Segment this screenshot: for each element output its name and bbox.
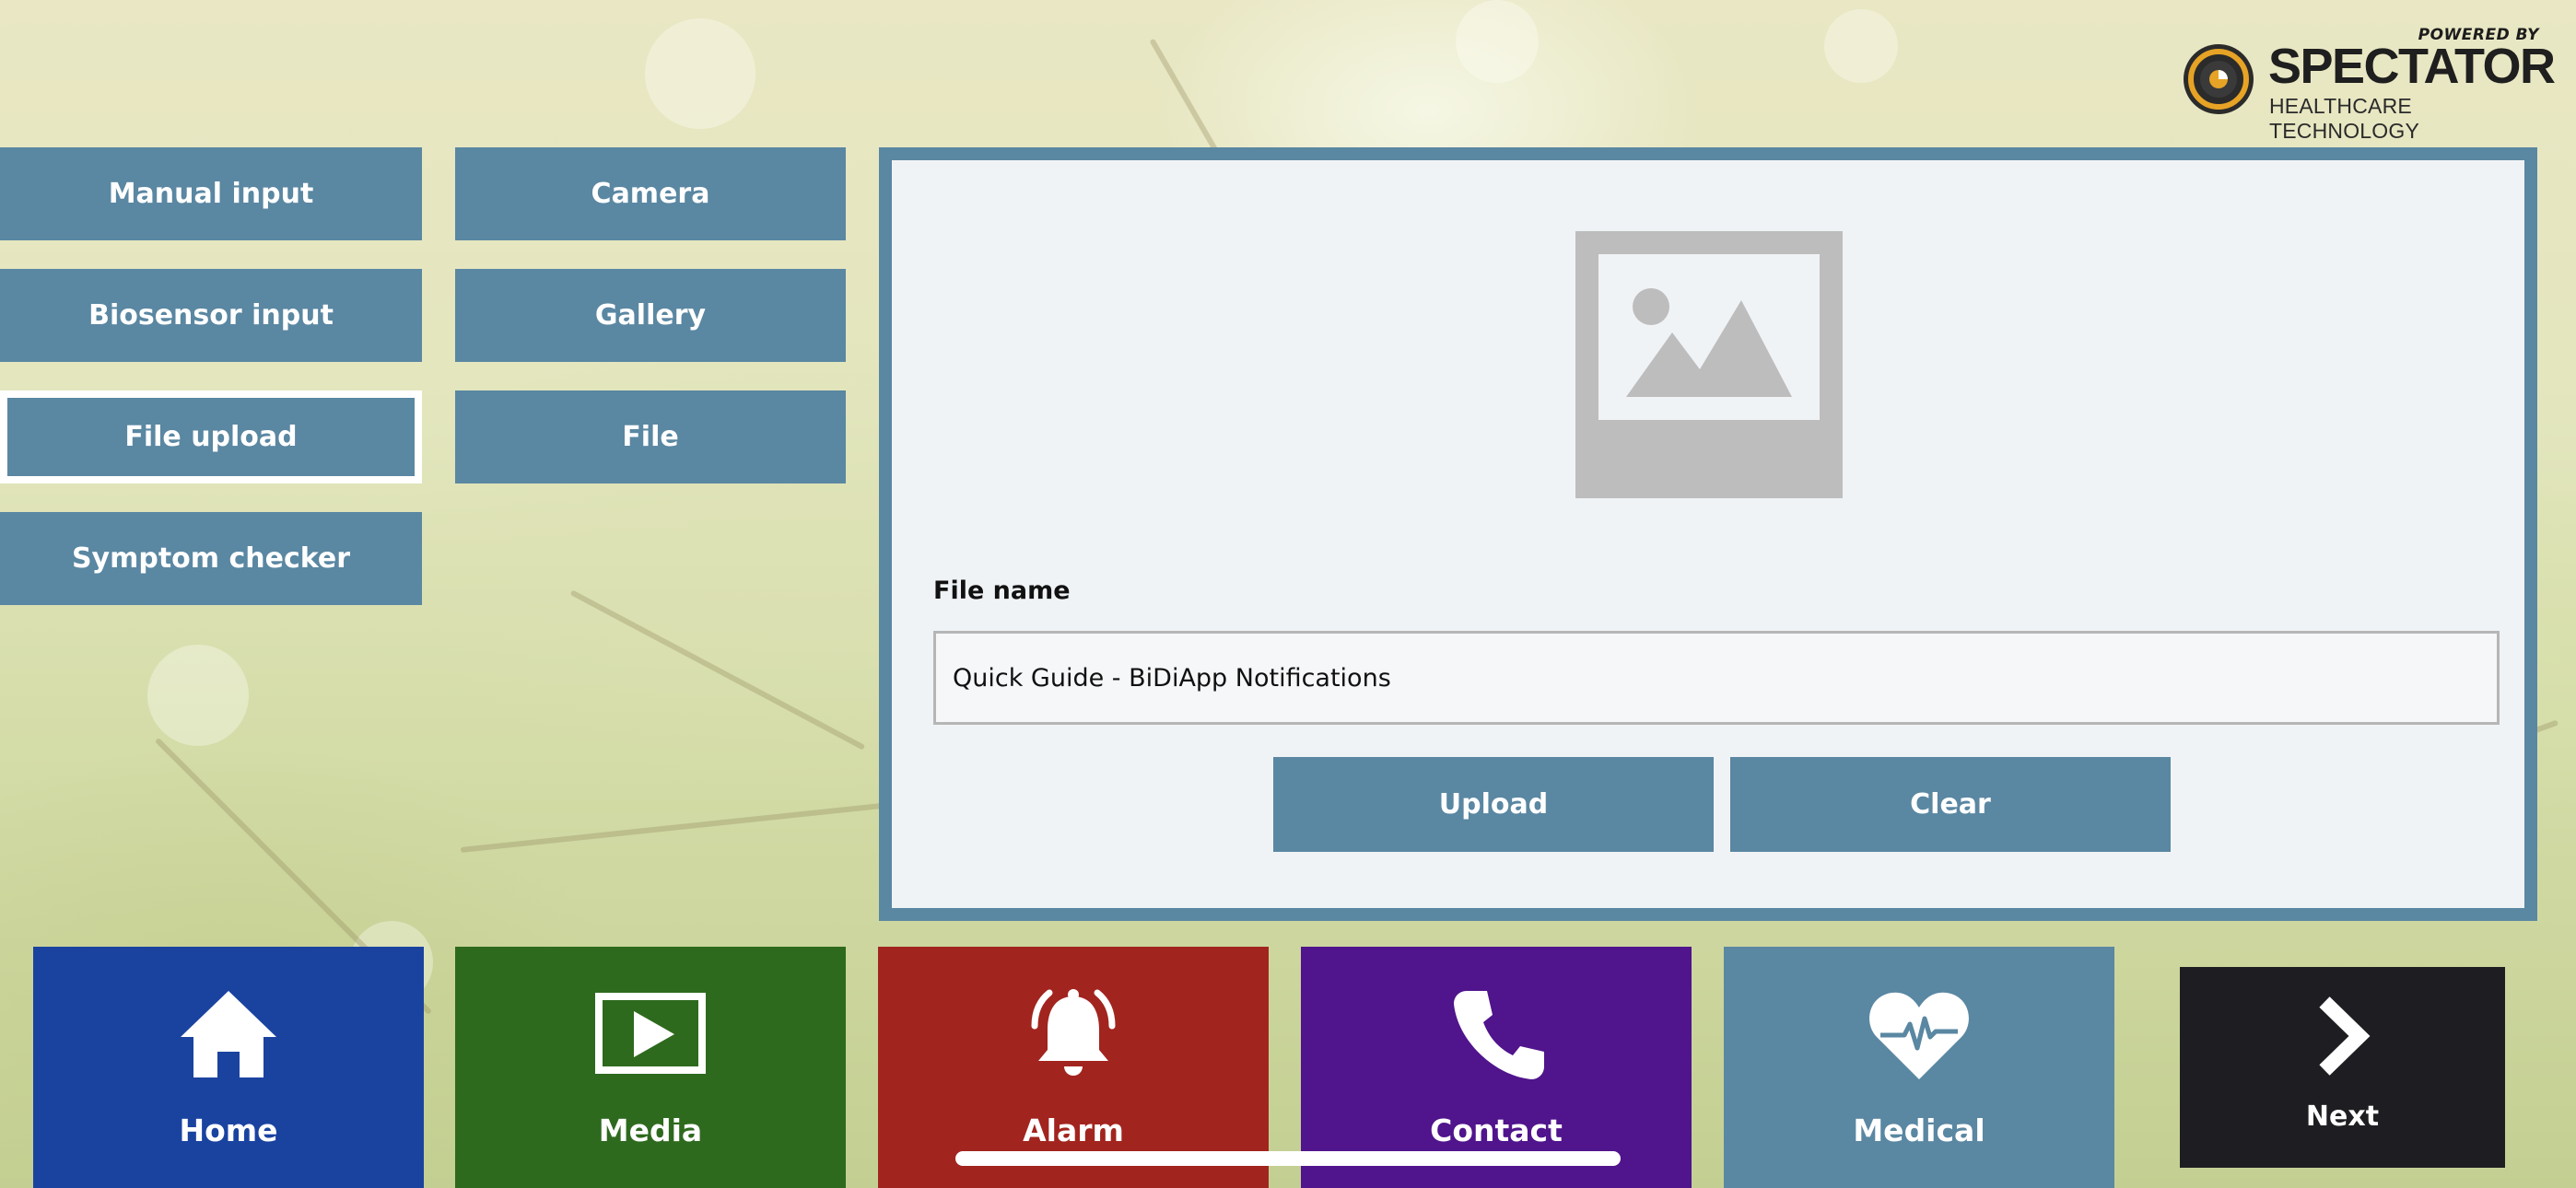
- image-placeholder-icon: [1575, 231, 1843, 498]
- nav-home-tile[interactable]: Home: [33, 947, 424, 1188]
- symptom-checker-button[interactable]: Symptom checker: [0, 512, 422, 605]
- clear-button[interactable]: Clear: [1730, 757, 2171, 852]
- logo-brand: SPECTATOR: [2268, 39, 2556, 94]
- nav-alarm-label: Alarm: [1023, 1112, 1124, 1148]
- camera-button[interactable]: Camera: [455, 147, 846, 240]
- nav-contact-label: Contact: [1430, 1112, 1563, 1148]
- background-grass: [460, 802, 883, 853]
- background-bokeh: [147, 645, 249, 746]
- nav-home-label: Home: [179, 1112, 278, 1148]
- app-screen: POWERED BY SPECTATOR HEALTHCARE TECHNOLO…: [0, 0, 2576, 1188]
- chevron-right-icon: [2318, 996, 2370, 1076]
- file-upload-button[interactable]: File upload: [0, 390, 422, 483]
- background-bokeh: [1456, 0, 1539, 83]
- nav-media-label: Media: [598, 1112, 703, 1148]
- spectator-logo: POWERED BY SPECTATOR HEALTHCARE TECHNOLO…: [2180, 24, 2556, 143]
- file-name-label: File name: [933, 577, 1071, 605]
- home-icon: [181, 991, 276, 1077]
- home-indicator[interactable]: [955, 1151, 1621, 1166]
- file-name-input[interactable]: [933, 631, 2500, 725]
- nav-next-label: Next: [2305, 1101, 2380, 1133]
- nav-medical-tile[interactable]: Medical: [1724, 947, 2114, 1188]
- background-grass: [569, 589, 866, 751]
- heart-pulse-icon: [1869, 992, 1969, 1079]
- logo-tagline: HEALTHCARE TECHNOLOGY: [2269, 94, 2420, 143]
- nav-medical-label: Medical: [1853, 1112, 1985, 1148]
- nav-media-tile[interactable]: Media: [455, 947, 846, 1188]
- manual-input-button[interactable]: Manual input: [0, 147, 422, 240]
- biosensor-input-button[interactable]: Biosensor input: [0, 269, 422, 362]
- play-icon: [595, 993, 706, 1074]
- bell-icon: [1031, 989, 1116, 1076]
- background-bokeh: [1824, 9, 1898, 83]
- file-upload-panel: File name Upload Clear: [879, 147, 2537, 921]
- gallery-button[interactable]: Gallery: [455, 269, 846, 362]
- file-button[interactable]: File: [455, 390, 846, 483]
- spectator-logo-icon: [2184, 44, 2254, 114]
- upload-button[interactable]: Upload: [1273, 757, 1714, 852]
- background-bokeh: [645, 18, 755, 129]
- phone-icon: [1454, 991, 1544, 1079]
- nav-next-tile[interactable]: Next: [2180, 967, 2505, 1168]
